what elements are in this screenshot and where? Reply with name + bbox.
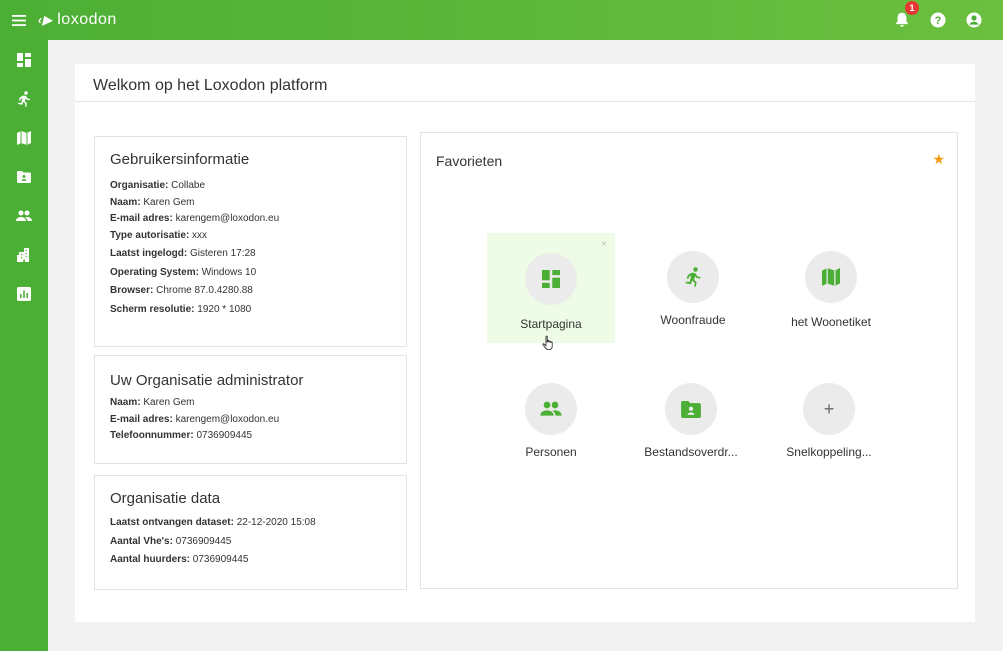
favorites-card: Favorieten ★ × Startpagina Woonfraude he… bbox=[420, 132, 958, 589]
favorite-tile-bestandsoverdracht[interactable]: Bestandsoverdr... bbox=[627, 363, 755, 473]
tile-icon-circle bbox=[525, 383, 577, 435]
favorites-title: Favorieten bbox=[436, 153, 503, 169]
favorite-tile-woonfraude[interactable]: Woonfraude bbox=[629, 233, 757, 343]
tile-label: Bestandsoverdr... bbox=[644, 445, 738, 459]
org-admin-card: Uw Organisatie administrator Naam: Karen… bbox=[94, 355, 407, 464]
folder-shared-icon bbox=[17, 170, 31, 183]
dashboard-icon bbox=[542, 270, 560, 288]
org-data-card: Organisatie data Laatst ontvangen datase… bbox=[94, 475, 407, 590]
running-person-icon bbox=[685, 267, 701, 287]
tile-icon-circle bbox=[805, 251, 857, 303]
top-bar: ‹▶ loxodon 1 ? bbox=[0, 0, 1003, 40]
people-icon bbox=[540, 401, 562, 416]
sidebar-item-rapportages[interactable] bbox=[0, 274, 48, 313]
map-icon bbox=[17, 130, 31, 145]
org-data-title: Organisatie data bbox=[110, 490, 221, 507]
sidebar-item-woonetiket[interactable] bbox=[0, 118, 48, 157]
tile-label: Woonfraude bbox=[660, 313, 726, 327]
running-person-icon bbox=[18, 90, 30, 107]
info-organisation: Organisatie: Collabe bbox=[110, 180, 206, 191]
bell-icon bbox=[896, 12, 908, 27]
buildings-icon bbox=[17, 247, 29, 262]
main-panel: Welkom op het Loxodon platform Gebruiker… bbox=[75, 64, 975, 622]
tile-icon-circle bbox=[665, 383, 717, 435]
favorite-tile-personen[interactable]: Personen bbox=[487, 363, 615, 473]
star-icon[interactable]: ★ bbox=[932, 151, 945, 168]
help-button[interactable]: ? bbox=[929, 11, 947, 29]
close-icon[interactable]: × bbox=[601, 239, 607, 250]
user-info-card: Gebruikersinformatie Organisatie: Collab… bbox=[94, 136, 407, 347]
sidebar-item-dashboard[interactable] bbox=[0, 40, 48, 79]
tile-icon-circle: + bbox=[803, 383, 855, 435]
notifications-button[interactable]: 1 bbox=[893, 1, 919, 29]
favorite-tile-snelkoppeling[interactable]: + Snelkoppeling... bbox=[765, 363, 893, 473]
logo-mark-icon: ‹▶ bbox=[38, 13, 53, 27]
info-screen-resolution: Scherm resolutie: 1920 * 1080 bbox=[110, 303, 252, 315]
admin-phone: Telefoonnummer: 0736909445 bbox=[110, 430, 253, 441]
sidebar-item-gebouwen[interactable] bbox=[0, 235, 48, 274]
tile-label: Startpagina bbox=[520, 317, 582, 331]
account-icon bbox=[966, 12, 982, 28]
dashboard-icon bbox=[17, 52, 31, 67]
sidebar-item-woonfraude[interactable] bbox=[0, 79, 48, 118]
hand-cursor-icon bbox=[542, 335, 553, 350]
svg-text:?: ? bbox=[935, 15, 942, 27]
info-name: Naam: Karen Gem bbox=[110, 196, 195, 208]
logo-text: loxodon bbox=[57, 11, 117, 28]
favorite-tile-woonetiket[interactable]: het Woonetiket bbox=[767, 233, 895, 343]
tile-label: Personen bbox=[525, 445, 577, 459]
sidebar-item-personen[interactable] bbox=[0, 196, 48, 235]
sidebar-item-bestanden[interactable] bbox=[0, 157, 48, 196]
info-browser: Browser: Chrome 87.0.4280.88 bbox=[110, 285, 253, 296]
info-email: E-mail adres: karengem@loxodon.eu bbox=[110, 213, 280, 224]
bar-chart-icon bbox=[17, 286, 31, 301]
org-tenant-count: Aantal huurders: 0736909445 bbox=[110, 554, 249, 565]
favorite-tile-startpagina[interactable]: × Startpagina bbox=[487, 233, 615, 343]
org-vhe-count: Aantal Vhe's: 0736909445 bbox=[110, 535, 232, 547]
info-last-login: Laatst ingelogd: Gisteren 17:28 bbox=[110, 248, 256, 259]
account-button[interactable] bbox=[965, 11, 983, 29]
user-info-title: Gebruikersinformatie bbox=[110, 151, 250, 168]
info-operating-system: Operating System: Windows 10 bbox=[110, 266, 257, 278]
notification-badge: 1 bbox=[905, 1, 919, 15]
hamburger-menu-icon[interactable] bbox=[0, 0, 38, 40]
sidebar bbox=[0, 40, 48, 651]
tile-label: Snelkoppeling... bbox=[786, 445, 872, 459]
folder-shared-icon bbox=[681, 400, 701, 418]
org-last-dataset: Laatst ontvangen dataset: 22-12-2020 15:… bbox=[110, 517, 316, 528]
admin-email: E-mail adres: karengem@loxodon.eu bbox=[110, 413, 280, 425]
admin-name: Naam: Karen Gem bbox=[110, 397, 195, 408]
plus-icon: + bbox=[823, 398, 835, 419]
map-icon bbox=[822, 268, 840, 286]
org-admin-title: Uw Organisatie administrator bbox=[110, 372, 304, 389]
help-icon: ? bbox=[930, 12, 946, 28]
tile-icon-circle bbox=[525, 253, 577, 305]
tile-icon-circle bbox=[667, 251, 719, 303]
title-divider bbox=[75, 101, 975, 102]
app-logo[interactable]: ‹▶ loxodon bbox=[38, 11, 117, 29]
people-icon bbox=[16, 210, 32, 221]
tile-label: het Woonetiket bbox=[791, 315, 871, 329]
page-title: Welkom op het Loxodon platform bbox=[93, 77, 328, 94]
info-authorisation-type: Type autorisatie: xxx bbox=[110, 229, 208, 241]
